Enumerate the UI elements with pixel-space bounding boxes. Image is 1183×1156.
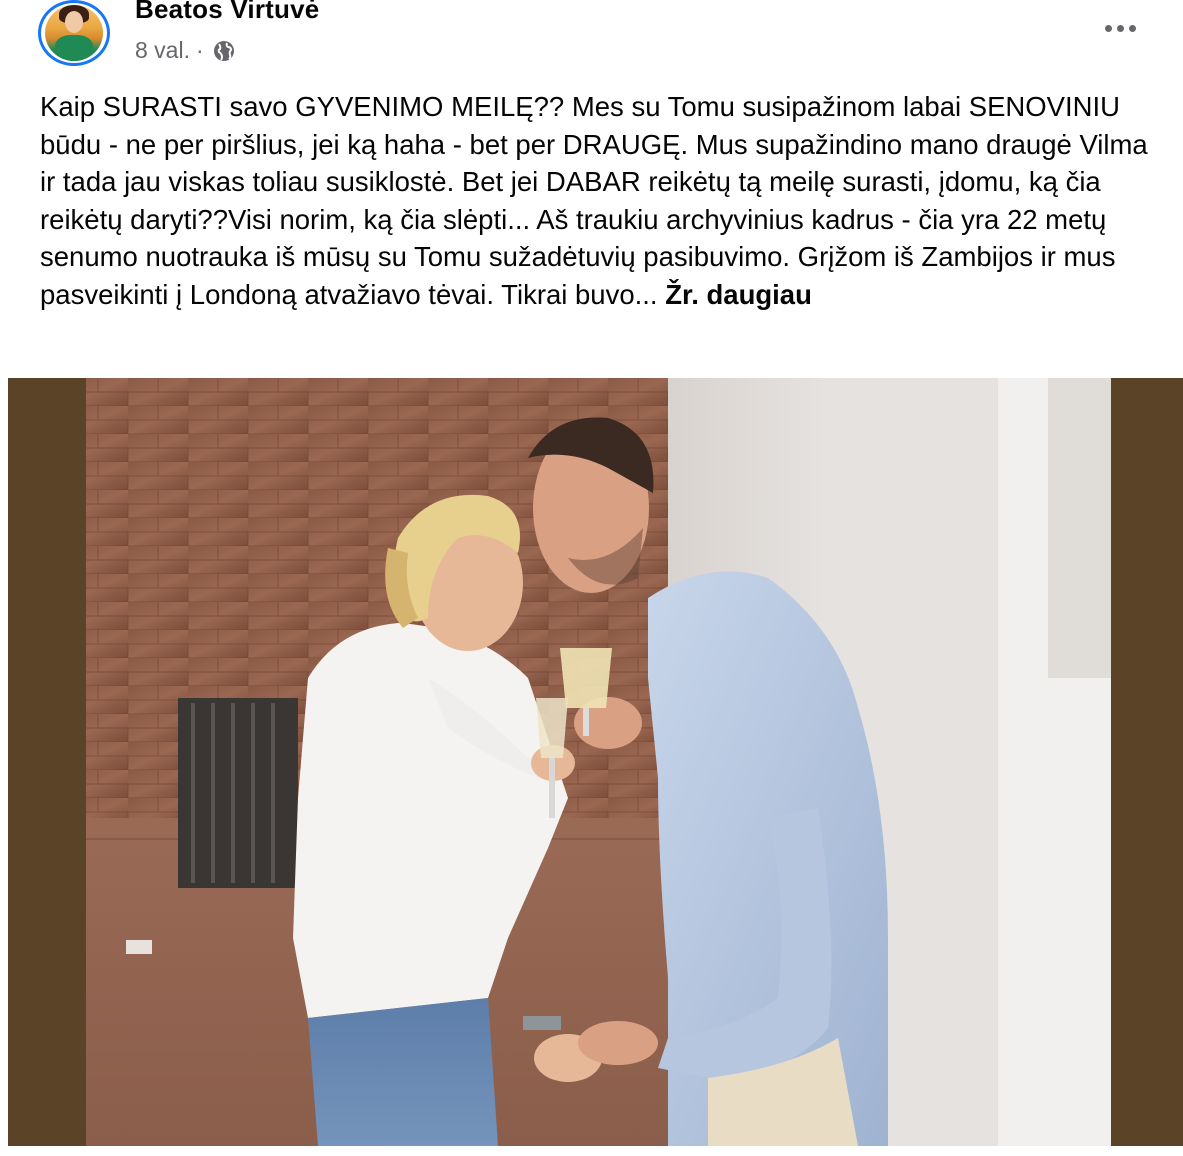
post-timestamp[interactable]: 8 val. <box>135 37 190 64</box>
facebook-post: Beatos Virtuvė 8 val. · Kaip SURASTI sav… <box>0 0 1183 1156</box>
post-meta: 8 val. · <box>135 37 236 64</box>
more-horizontal-icon[interactable] <box>1100 16 1140 40</box>
photo-illustration <box>8 378 1183 1146</box>
meta-separator: · <box>195 37 204 63</box>
page-name-link[interactable]: Beatos Virtuvė <box>135 0 319 25</box>
see-more-link[interactable]: Žr. daugiau <box>665 279 812 310</box>
avatar-image <box>45 5 103 61</box>
post-photo[interactable] <box>8 378 1183 1146</box>
page-avatar[interactable] <box>38 0 110 66</box>
post-body-text: Kaip SURASTI savo GYVENIMO MEILĘ?? Mes s… <box>40 91 1148 310</box>
post-text: Kaip SURASTI savo GYVENIMO MEILĘ?? Mes s… <box>40 88 1160 314</box>
globe-icon[interactable] <box>212 39 236 63</box>
bottom-strip <box>0 1146 1183 1156</box>
